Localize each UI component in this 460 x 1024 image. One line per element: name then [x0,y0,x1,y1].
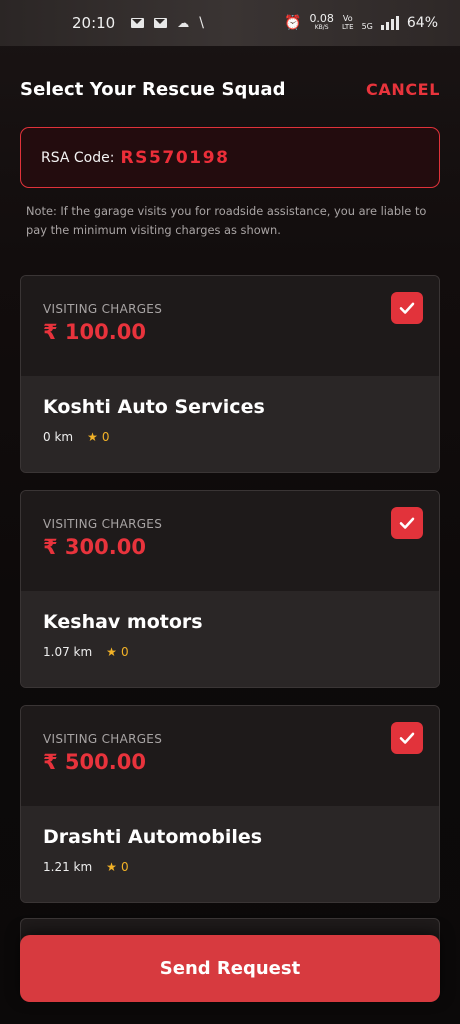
garage-info-section: Drashti Automobiles 1.21 km ★ 0 [21,806,439,902]
garage-name: Koshti Auto Services [43,396,265,418]
rsa-code-box: RSA Code: RS570198 [20,127,440,188]
send-request-button[interactable]: Send Request [20,935,440,1002]
star-icon: ★ [106,645,117,659]
garage-card[interactable]: VISITING CHARGES ₹ 500.00 Drashti Automo… [20,705,440,903]
garage-select-checkbox[interactable] [391,507,423,539]
signal-icon [380,16,399,30]
net-speed: 0.08 KB/S [309,12,334,32]
garage-info-section: Keshav motors 1.07 km ★ 0 [21,591,439,687]
message-icon [154,18,168,28]
visiting-charges-label: VISITING CHARGES [43,302,163,316]
visiting-charges-value: ₹ 100.00 [43,320,146,344]
garage-select-checkbox[interactable] [391,722,423,754]
mail-icon [131,18,145,28]
cancel-button[interactable]: CANCEL [366,80,440,99]
visiting-charges-label: VISITING CHARGES [43,517,163,531]
garage-card[interactable]: VISITING CHARGES ₹ 100.00 Koshti Auto Se… [20,275,440,473]
volte-top: Vo [342,14,353,23]
garage-meta: 0 km ★ 0 [43,430,439,444]
status-left: 20:10 ☁ \ [72,14,204,32]
garage-card[interactable]: VISITING CHARGES ₹ 300.00 Keshav motors … [20,490,440,688]
visiting-charges-value: ₹ 300.00 [43,535,146,559]
status-bar: 20:10 ☁ \ ⏰ 0.08 KB/S Vo LTE 5G 64% [0,0,460,46]
garage-distance: 0 km [43,430,74,444]
garage-distance: 1.07 km [43,645,93,659]
star-icon: ★ [87,430,98,444]
garage-distance: 1.21 km [43,860,93,874]
garage-name: Drashti Automobiles [43,826,263,848]
slash-icon: \ [199,15,204,31]
app-screen: 20:10 ☁ \ ⏰ 0.08 KB/S Vo LTE 5G 64% Sele… [0,0,460,1024]
visiting-charges-value: ₹ 500.00 [43,750,146,774]
visiting-charges-label: VISITING CHARGES [43,732,163,746]
status-time: 20:10 [72,14,116,32]
checkmark-icon [399,517,415,529]
garage-rating: 0 [120,860,129,874]
garage-charges-section: VISITING CHARGES ₹ 300.00 [21,491,439,591]
net-speed-value: 0.08 [309,12,334,25]
header: Select Your Rescue Squad CANCEL [20,76,440,102]
battery-level: 64% [406,15,438,31]
status-right: ⏰ 0.08 KB/S Vo LTE 5G 64% [284,12,438,32]
alarm-icon: ⏰ [284,15,302,31]
volte-indicator: Vo LTE [341,14,354,32]
checkmark-icon [399,732,415,744]
rsa-code-value: RS570198 [120,147,230,168]
garage-rating: 0 [120,645,129,659]
garage-charges-section: VISITING CHARGES ₹ 100.00 [21,276,439,376]
garage-name: Keshav motors [43,611,203,633]
checkmark-icon [399,302,415,314]
network-type: 5G [361,22,373,31]
visiting-charges-note: Note: If the garage visits you for roads… [26,204,427,237]
page-title: Select Your Rescue Squad [20,78,286,100]
star-icon: ★ [106,860,117,874]
volte-bottom: LTE [341,23,354,31]
garage-select-checkbox[interactable] [391,292,423,324]
net-speed-unit: KB/S [314,24,329,31]
garage-info-section: Koshti Auto Services 0 km ★ 0 [21,376,439,472]
cloud-icon: ☁ [177,16,190,30]
rsa-code-label: RSA Code: [41,149,115,166]
garage-meta: 1.21 km ★ 0 [43,860,439,874]
garage-charges-section: VISITING CHARGES ₹ 500.00 [21,706,439,806]
garage-rating: 0 [101,430,110,444]
garage-meta: 1.07 km ★ 0 [43,645,439,659]
